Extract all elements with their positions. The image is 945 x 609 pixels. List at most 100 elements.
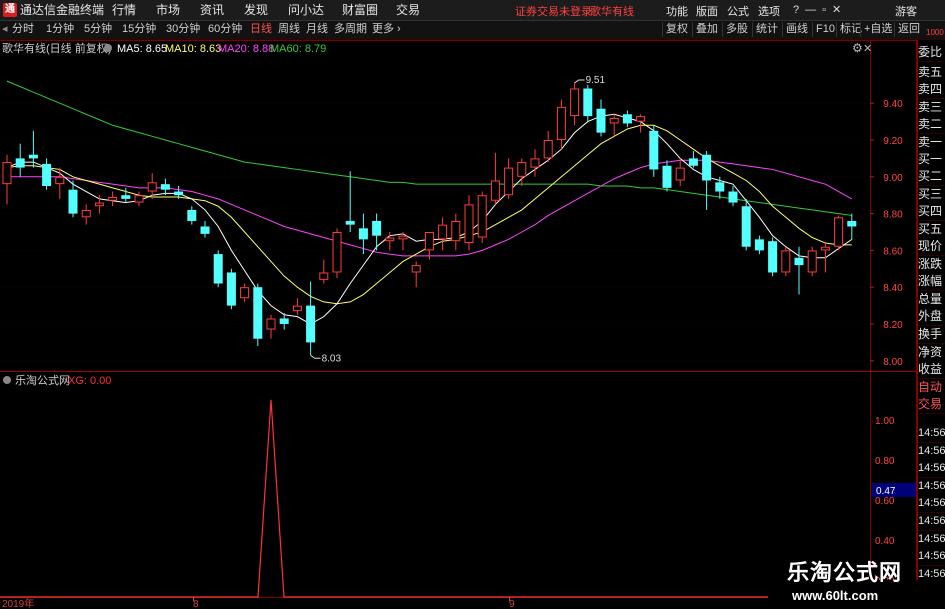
ind-marker-value: 0.47 <box>876 486 896 497</box>
date-label-sep: 9 <box>509 599 515 609</box>
candle <box>768 237 778 277</box>
high-marker <box>574 79 585 84</box>
candle <box>741 198 751 251</box>
multi-stock-button[interactable]: 多股 <box>722 22 751 37</box>
tab-period-5min[interactable]: 5分钟 <box>84 22 112 37</box>
trade-time: 14:56 <box>918 495 945 514</box>
menu-formula[interactable]: 公式 <box>727 3 749 19</box>
quote-field-label: 卖一 <box>918 133 945 152</box>
menu-layout[interactable]: 版面 <box>696 3 718 19</box>
trade-time: 14:56 <box>918 477 945 496</box>
quote-field-label: 交易 <box>918 396 945 415</box>
candlesticks <box>2 79 857 359</box>
low-marker <box>310 354 321 359</box>
tab-period-30min[interactable]: 30分钟 <box>166 22 200 37</box>
quote-field-label: 卖五 <box>918 64 945 82</box>
back-button[interactable]: 返回 <box>894 22 923 37</box>
guest-user[interactable]: 游客 <box>895 3 917 19</box>
ma10-line <box>6 124 852 305</box>
trade-time: 14:56 <box>918 513 945 531</box>
xg-signal-line <box>0 399 870 598</box>
settings-dot-icon[interactable] <box>104 44 112 52</box>
menu-trade[interactable]: 交易 <box>396 2 420 18</box>
tab-period-timeshare[interactable]: 分时 <box>12 22 34 37</box>
trade-time: 14:56 <box>918 548 945 567</box>
statistics-button[interactable]: 统计 <box>752 22 781 37</box>
candle <box>477 191 487 244</box>
close-icon[interactable]: ✕ <box>832 4 847 16</box>
trade-time: 14:56 <box>918 460 945 479</box>
candle <box>398 232 408 251</box>
watermark-title: 乐淘公式网 <box>787 561 903 586</box>
y-tick-label: 9.00 <box>883 173 903 184</box>
left-arrow-icon[interactable]: ◂ <box>2 22 8 37</box>
quote-field-label: 现价 <box>918 238 945 256</box>
moving-average-lines <box>6 80 853 325</box>
candle <box>411 261 421 288</box>
candle <box>688 151 698 168</box>
period-toolbar: ◂ 分时 1分钟 5分钟 15分钟 30分钟 60分钟 日线 周线 月线 多周期… <box>0 21 945 40</box>
quote-field-label: 净资 <box>918 343 945 362</box>
trade-time: 14:56 <box>918 425 945 443</box>
ind-tick-06: 0.60 <box>875 496 895 507</box>
draw-line-button[interactable]: 画线 <box>782 22 811 37</box>
window-controls: ?—▫✕ <box>793 3 847 16</box>
menu-discover[interactable]: 发现 <box>244 2 268 18</box>
candle <box>530 149 540 177</box>
quote-field-label: 收益 <box>918 361 945 380</box>
date-label-year: 2019年 <box>2 597 34 609</box>
candle <box>490 152 500 205</box>
candle <box>345 171 355 232</box>
candle <box>292 298 302 315</box>
candle <box>438 217 448 251</box>
help-icon[interactable]: ? <box>793 4 805 16</box>
price-grid <box>0 102 870 362</box>
candle <box>556 99 566 150</box>
tab-period-monthly[interactable]: 月线 <box>306 22 328 37</box>
overlay-button[interactable]: 叠加 <box>692 22 721 37</box>
tab-period-1min[interactable]: 1分钟 <box>46 22 74 37</box>
tab-period-daily[interactable]: 日线 <box>250 22 272 37</box>
maximize-icon[interactable]: ▫ <box>822 4 832 16</box>
adjust-button[interactable]: 复权 <box>662 22 691 37</box>
chart-settings-icon[interactable]: ⚙ <box>852 41 863 55</box>
candle <box>319 259 329 284</box>
menu-quotes[interactable]: 行情 <box>112 2 136 18</box>
tab-period-60min[interactable]: 60分钟 <box>208 22 242 37</box>
quote-field-label: 买五 <box>918 220 945 239</box>
tab-period-15min[interactable]: 15分钟 <box>122 22 156 37</box>
quote-field-label: 卖二 <box>918 116 945 135</box>
candle <box>662 160 672 192</box>
menu-news[interactable]: 资讯 <box>200 2 224 18</box>
trade-login-warning[interactable]: 证券交易未登录 <box>515 3 592 19</box>
y-tick-label: 8.00 <box>883 357 903 368</box>
quote-field-label: 卖三 <box>918 98 945 117</box>
candle <box>253 283 263 347</box>
minimize-icon[interactable]: — <box>805 4 822 16</box>
quote-field-label: 买二 <box>918 168 945 187</box>
ind-tick-04: 0.40 <box>875 536 895 547</box>
candle <box>213 250 223 288</box>
menu-function[interactable]: 功能 <box>666 3 688 19</box>
tab-period-weekly[interactable]: 周线 <box>278 22 300 37</box>
f10-button[interactable]: F10 <box>812 22 838 37</box>
add-watchlist-button[interactable]: +自选 <box>860 22 895 37</box>
menu-wealth[interactable]: 财富圈 <box>342 2 378 18</box>
tab-period-multi[interactable]: 多周期 <box>334 22 367 37</box>
date-label-aug: 8 <box>193 599 199 609</box>
ma60-line <box>6 80 852 216</box>
menu-options[interactable]: 选项 <box>758 3 780 19</box>
tab-period-more[interactable]: 更多 › <box>372 22 401 37</box>
menu-ask[interactable]: 问小达 <box>288 2 324 18</box>
candle <box>134 191 144 207</box>
quote-field-label: 外盘 <box>918 308 945 327</box>
quote-field-label: 自动 <box>918 378 945 397</box>
indicator-dot-icon[interactable] <box>3 376 11 384</box>
candle <box>543 130 553 163</box>
indicator-title: 乐淘公式网 <box>15 374 70 387</box>
kline-chart[interactable]: 9.40 9.20 9.00 8.80 8.60 8.40 8.20 8.00 歌华有线(日线… <box>0 40 917 609</box>
candle <box>847 213 857 240</box>
menu-market[interactable]: 市场 <box>156 2 180 18</box>
quote-field-label: 委比 <box>918 44 945 62</box>
close-chart-icon[interactable]: ✕ <box>863 43 872 55</box>
